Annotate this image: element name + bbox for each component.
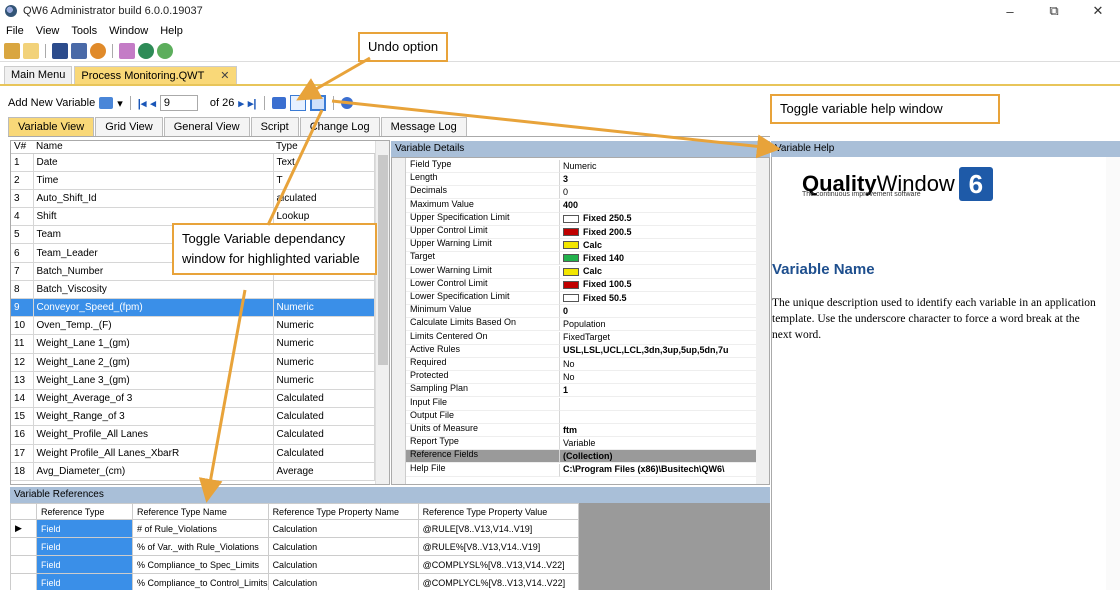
callout-arrows	[198, 56, 781, 503]
